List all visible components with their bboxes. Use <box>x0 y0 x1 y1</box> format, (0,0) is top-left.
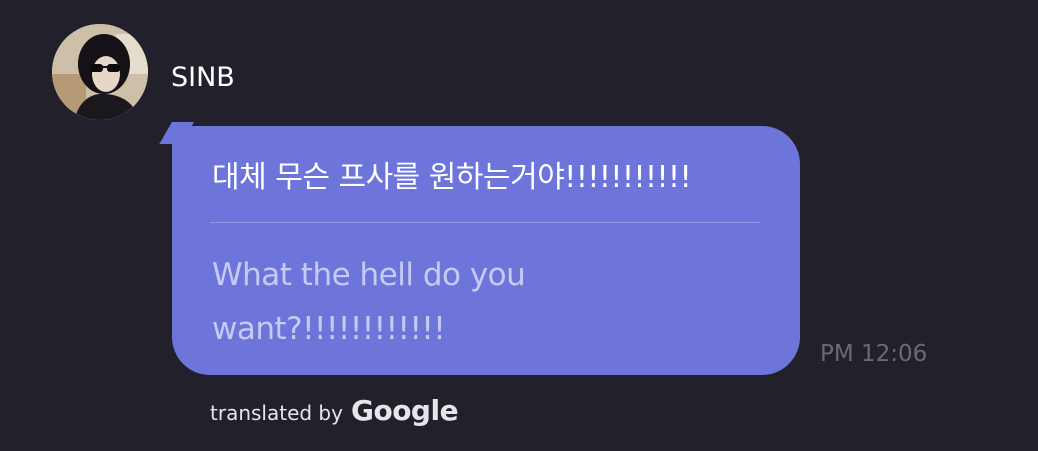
message-bubble[interactable]: 대체 무슨 프사를 원하는거야!!!!!!!!!!! What the hell… <box>172 126 800 375</box>
translation-divider <box>210 222 760 223</box>
translated-message-text: What the hell do you want?!!!!!!!!!!!! <box>212 257 526 347</box>
sender-avatar[interactable] <box>52 24 148 120</box>
message-timestamp: PM 12:06 <box>820 341 928 367</box>
avatar-photo <box>52 24 148 120</box>
translated-by-label: translated by <box>210 401 343 425</box>
original-message-text: 대체 무슨 프사를 원하는거야!!!!!!!!!!! <box>212 160 692 195</box>
sender-name[interactable]: SINB <box>171 62 235 93</box>
translation-credit: translated by Google <box>210 394 459 427</box>
google-logo: Google <box>350 394 459 427</box>
